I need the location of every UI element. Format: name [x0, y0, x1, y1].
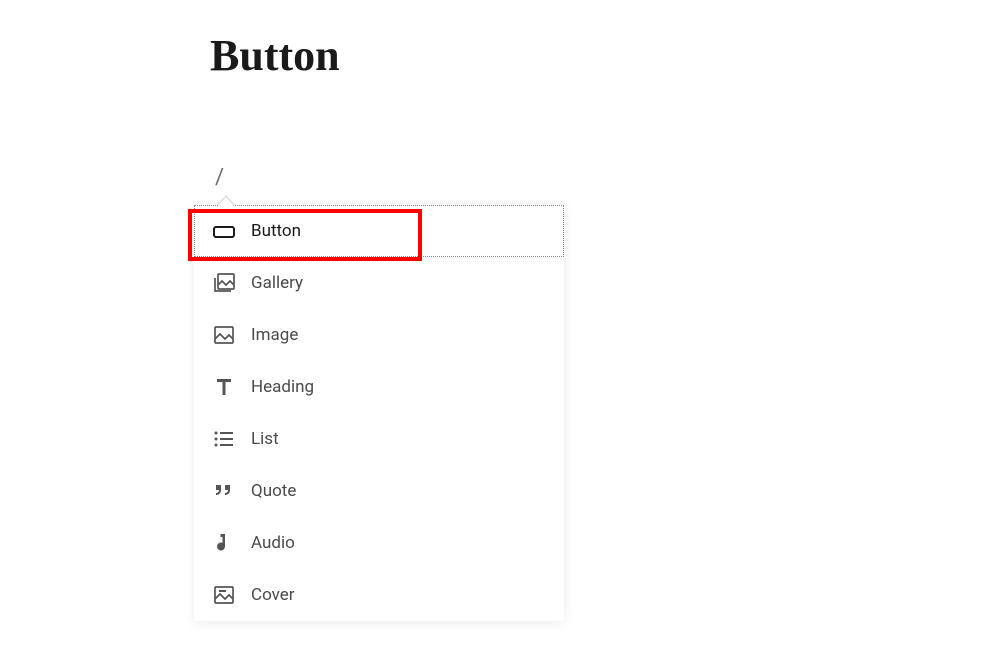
- menu-item-label: Quote: [251, 481, 296, 501]
- audio-icon: [212, 531, 236, 555]
- menu-item-audio[interactable]: Audio: [194, 517, 564, 569]
- dropdown-arrow: [218, 197, 234, 206]
- menu-item-list[interactable]: List: [194, 413, 564, 465]
- menu-item-label: Image: [251, 325, 298, 345]
- heading-icon: [212, 375, 236, 399]
- block-inserter-menu: Button Gallery Image Heading: [194, 205, 564, 621]
- menu-item-label: Heading: [251, 377, 314, 397]
- menu-item-label: Cover: [251, 585, 295, 605]
- menu-item-heading[interactable]: Heading: [194, 361, 564, 413]
- menu-item-image[interactable]: Image: [194, 309, 564, 361]
- cover-icon: [212, 583, 236, 607]
- menu-item-cover[interactable]: Cover: [194, 569, 564, 621]
- menu-item-label: Button: [251, 221, 301, 241]
- list-icon: [212, 427, 236, 451]
- menu-item-label: List: [251, 429, 279, 449]
- menu-item-label: Audio: [251, 533, 295, 553]
- slash-command-input[interactable]: /: [215, 165, 224, 190]
- menu-item-quote[interactable]: Quote: [194, 465, 564, 517]
- gallery-icon: [212, 271, 236, 295]
- button-icon: [212, 219, 236, 243]
- menu-item-gallery[interactable]: Gallery: [194, 257, 564, 309]
- page-title: Button: [210, 30, 340, 81]
- quote-icon: [212, 479, 236, 503]
- menu-item-label: Gallery: [251, 273, 303, 293]
- menu-item-button[interactable]: Button: [194, 205, 564, 257]
- image-icon: [212, 323, 236, 347]
